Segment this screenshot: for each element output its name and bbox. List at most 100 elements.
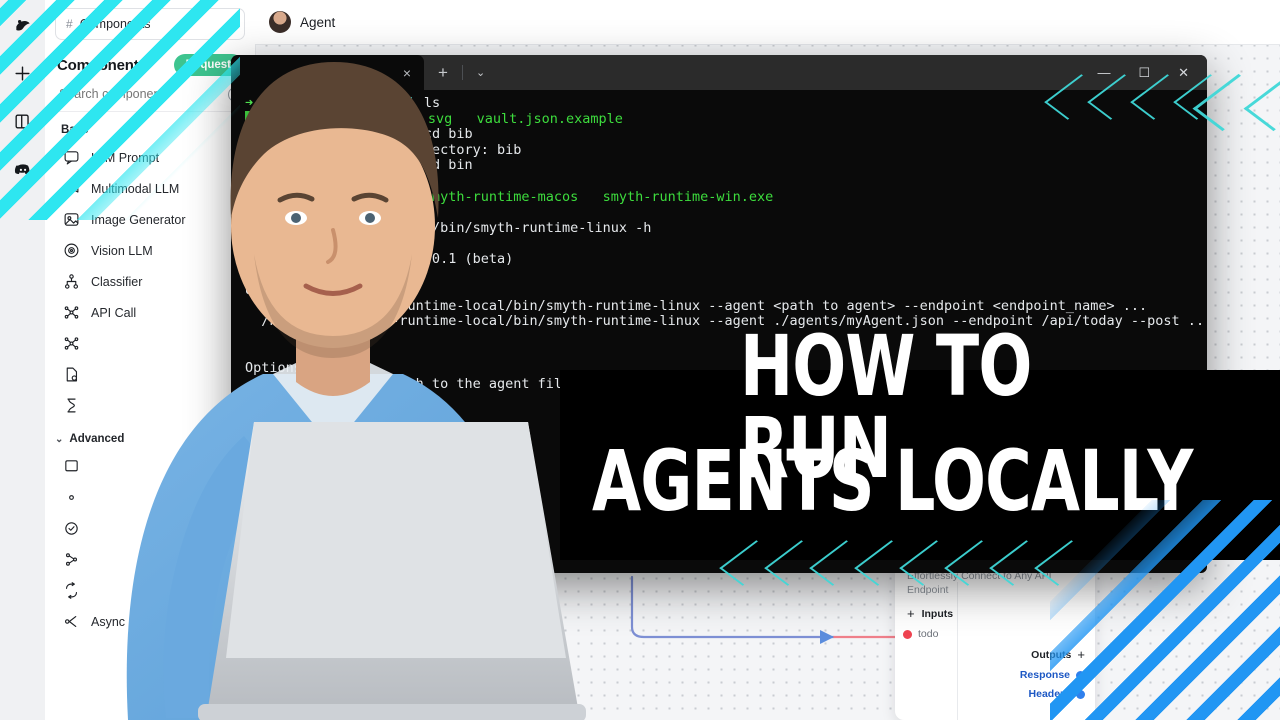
hourglass-icon bbox=[63, 397, 80, 414]
output-port-label: Response bbox=[1019, 669, 1070, 682]
terminal-text: bin bbox=[312, 110, 339, 127]
terminal-text: smythos.svg vault.json.example bbox=[338, 110, 623, 127]
logo-icon[interactable] bbox=[12, 14, 34, 36]
chevron-down-icon[interactable]: ⌄ bbox=[225, 18, 234, 31]
terminal-line: ➜ bin ls bbox=[231, 172, 1207, 190]
component-item[interactable] bbox=[45, 482, 255, 513]
check-circle-icon bbox=[63, 520, 80, 537]
terminal-line: ➜ smyth-runtime-local ls bbox=[231, 95, 1207, 112]
search-components-field[interactable] bbox=[57, 86, 243, 112]
terminal-title-bar[interactable]: × + ⌄ — ☐ ✕ bbox=[231, 55, 1207, 90]
node-input-port-todo[interactable]: todo bbox=[895, 621, 1095, 640]
note-icon bbox=[63, 458, 80, 475]
terminal-line: Usage: bbox=[231, 282, 1207, 299]
component-item-multimodal-llm[interactable]: Multimodal LLM bbox=[45, 173, 255, 204]
component-item[interactable] bbox=[45, 513, 255, 544]
component-item-llm-prompt[interactable]: LLM Prompt bbox=[45, 142, 255, 173]
terminal-text: smyth-runtime-local bbox=[261, 95, 424, 111]
terminal-line: ➜ smyth-runtime-local cd bin bbox=[231, 158, 1207, 174]
terminal-text: Options: bbox=[245, 360, 311, 377]
outputs-label: Outputs bbox=[1031, 648, 1072, 661]
component-item-label: LLM Prompt bbox=[91, 150, 160, 165]
node-divider bbox=[957, 582, 958, 720]
node-inputs-header[interactable]: + Inputs bbox=[895, 597, 1095, 621]
component-item[interactable] bbox=[45, 359, 255, 390]
nodes-icon bbox=[63, 335, 80, 352]
terminal-tab[interactable]: × bbox=[231, 55, 424, 90]
add-input-icon[interactable]: + bbox=[907, 606, 915, 621]
terminal-text: ls bbox=[423, 95, 441, 111]
node-output-port-response[interactable]: Response bbox=[895, 662, 1095, 681]
api-call-node-card[interactable]: Effortlessly Connect to Any API Endpoint… bbox=[895, 560, 1095, 720]
component-item-async[interactable]: Async bbox=[45, 606, 255, 637]
component-item-vision-llm[interactable]: Vision LLM bbox=[45, 235, 255, 266]
chevron-down-icon[interactable]: ⌄ bbox=[55, 434, 63, 445]
terminal-text: ➜ bbox=[245, 204, 262, 221]
node-output-port-headers[interactable]: Headers bbox=[895, 681, 1095, 700]
terminal-text: ➜ bbox=[245, 126, 262, 143]
terminal-text: smyth-runtime-local bbox=[261, 219, 424, 236]
terminal-text: smyth-runtime-local bbox=[261, 157, 424, 174]
terminal-text: ➜ bbox=[245, 219, 262, 236]
component-item-api-call[interactable]: API Call bbox=[45, 297, 255, 328]
window-controls: — ☐ ✕ bbox=[1097, 66, 1207, 79]
async-icon bbox=[63, 613, 80, 630]
component-item[interactable] bbox=[45, 544, 255, 575]
component-item-classifier[interactable]: Classifier bbox=[45, 266, 255, 297]
node-outputs-header[interactable]: Outputs + bbox=[895, 640, 1095, 662]
image-icon bbox=[63, 211, 80, 228]
component-item-label: Vision LLM bbox=[91, 243, 153, 258]
component-item-label: Classifier bbox=[91, 274, 143, 289]
terminal-line: ➜ smyth-runtime-local cd bib bbox=[231, 126, 1207, 143]
terminal-text: agents bbox=[245, 110, 296, 127]
terminal-line: ➜ bin cd .. bbox=[231, 204, 1207, 221]
terminal-text: --agent Path to the agent file bbox=[245, 375, 571, 392]
chevron-down-icon[interactable]: ⌄ bbox=[463, 66, 498, 79]
eye-scan-icon bbox=[63, 242, 80, 259]
terminal-line: agents bin smythos.svg vault.json.exampl… bbox=[231, 110, 1207, 128]
nodes-icon bbox=[63, 304, 80, 321]
group-header-advanced[interactable]: ⌄ Advanced bbox=[45, 421, 255, 451]
add-icon[interactable] bbox=[12, 62, 34, 84]
book-icon[interactable] bbox=[12, 110, 34, 132]
component-item-label: Async bbox=[91, 614, 126, 629]
terminal-text: ➜ bbox=[245, 157, 262, 174]
hash-icon: # bbox=[66, 17, 73, 31]
terminal-line: SmythOS Runtime CLI v1.0.1 (beta) bbox=[231, 251, 1207, 268]
terminal-line: smyth-runtime-linux smyth-runtime-macos … bbox=[231, 189, 1207, 206]
page-title: Agent bbox=[300, 14, 336, 30]
title-line-2: AGENTS LOCALLY bbox=[592, 432, 1193, 530]
output-port-dot[interactable] bbox=[1076, 670, 1085, 680]
input-port-dot[interactable] bbox=[903, 629, 912, 639]
app-top-bar: Agent bbox=[255, 0, 1280, 45]
fork-icon bbox=[63, 551, 80, 568]
minimize-icon[interactable]: — bbox=[1097, 66, 1110, 79]
dot-icon bbox=[63, 489, 80, 506]
component-item[interactable] bbox=[45, 390, 255, 421]
component-item[interactable] bbox=[45, 451, 255, 482]
close-icon[interactable]: × bbox=[403, 65, 411, 81]
base-components-list: LLM Prompt Multimodal LLM Image Generator V… bbox=[45, 142, 255, 421]
input-port-label: todo bbox=[918, 628, 939, 641]
terminal-text: ls bbox=[293, 172, 311, 189]
discord-icon[interactable] bbox=[12, 158, 34, 180]
close-icon[interactable]: ✕ bbox=[1178, 66, 1189, 79]
terminal-text: ➜ bbox=[245, 172, 262, 189]
maximize-icon[interactable]: ☐ bbox=[1138, 66, 1150, 79]
avatar[interactable] bbox=[269, 11, 291, 33]
component-item-image-generator[interactable]: Image Generator bbox=[45, 204, 255, 235]
component-item[interactable] bbox=[45, 328, 255, 359]
panel-title: Components bbox=[57, 56, 147, 74]
component-item[interactable] bbox=[45, 575, 255, 606]
project-select-dropdown[interactable]: # Components ⌄ bbox=[55, 8, 245, 40]
terminal-line: /home/user/smyth-runtime-local/bin/smyth… bbox=[231, 298, 1207, 315]
output-port-dot[interactable] bbox=[1076, 689, 1085, 699]
new-tab-icon[interactable]: + bbox=[424, 63, 462, 83]
terminal-text: bin bbox=[261, 204, 294, 221]
add-output-icon[interactable]: + bbox=[1077, 647, 1085, 662]
chat-bubble-icon bbox=[63, 149, 80, 166]
search-input[interactable] bbox=[57, 86, 211, 102]
